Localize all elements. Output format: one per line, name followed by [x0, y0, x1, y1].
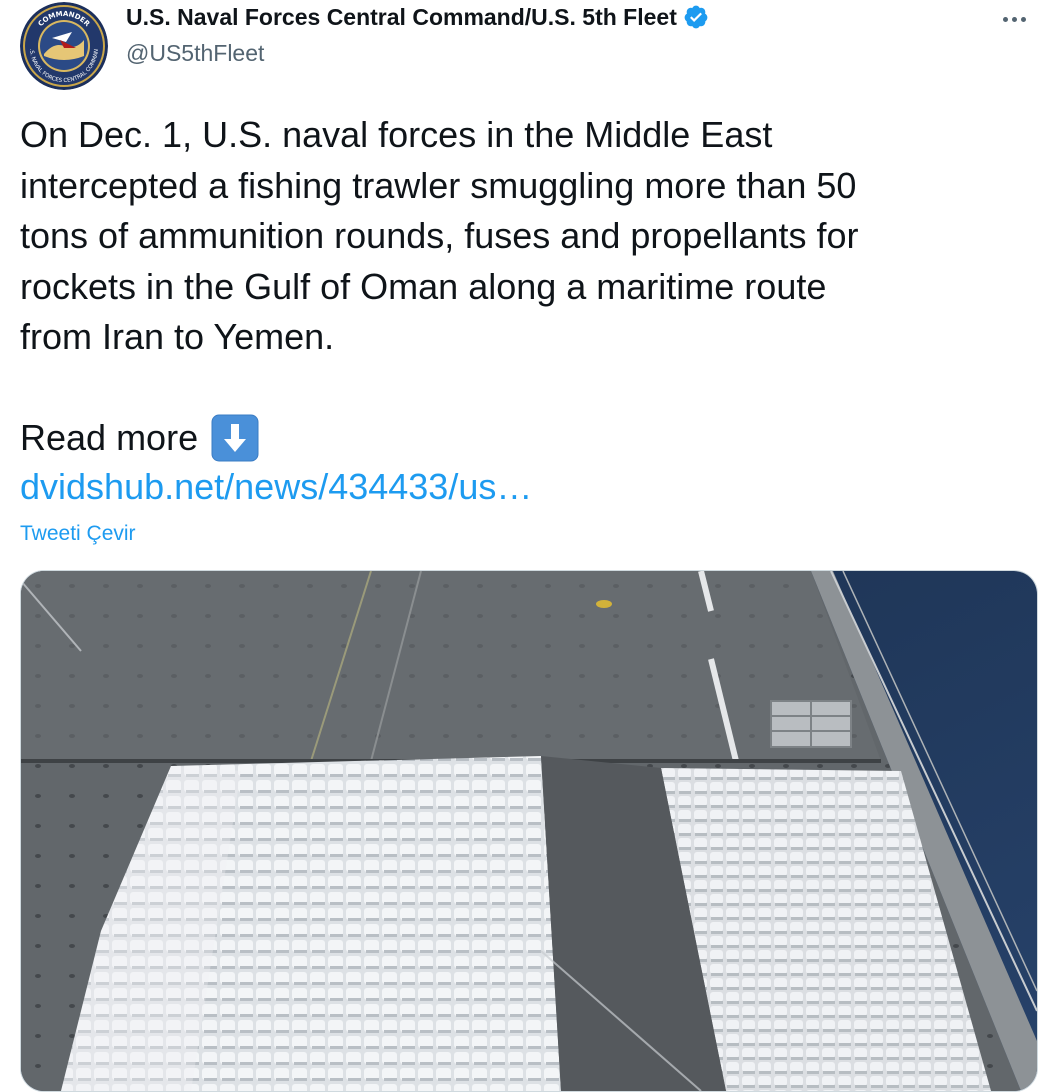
external-link[interactable]: dvidshub.net/news/434433/us… — [20, 462, 532, 512]
verified-badge-icon — [683, 4, 709, 30]
author-name-row[interactable]: U.S. Naval Forces Central Command/U.S. 5… — [126, 2, 709, 32]
author-display-name[interactable]: U.S. Naval Forces Central Command/U.S. 5… — [126, 2, 677, 32]
tweet-photo[interactable] — [20, 570, 1038, 1092]
ship-deck-photo — [21, 571, 1037, 1091]
more-dot — [1020, 16, 1026, 22]
tweet-text: On Dec. 1, U.S. naval forces in the Midd… — [20, 114, 859, 357]
down-arrow-emoji-icon — [210, 413, 260, 463]
more-horizontal-icon — [1002, 16, 1008, 22]
more-dot — [1011, 16, 1017, 22]
read-more-label: Read more — [20, 417, 199, 458]
avatar[interactable]: COMMANDER U.S. NAVAL FORCES CENTRAL COMM… — [20, 2, 108, 90]
author-handle[interactable]: @US5thFleet — [126, 38, 264, 68]
more-options-button[interactable] — [994, 4, 1034, 34]
tweet-card: COMMANDER U.S. NAVAL FORCES CENTRAL COMM… — [0, 0, 1048, 1092]
translate-tweet-link[interactable]: Tweeti Çevir — [20, 520, 136, 548]
naval-command-seal-icon: COMMANDER U.S. NAVAL FORCES CENTRAL COMM… — [20, 2, 108, 90]
read-more-row: Read more — [20, 413, 260, 463]
